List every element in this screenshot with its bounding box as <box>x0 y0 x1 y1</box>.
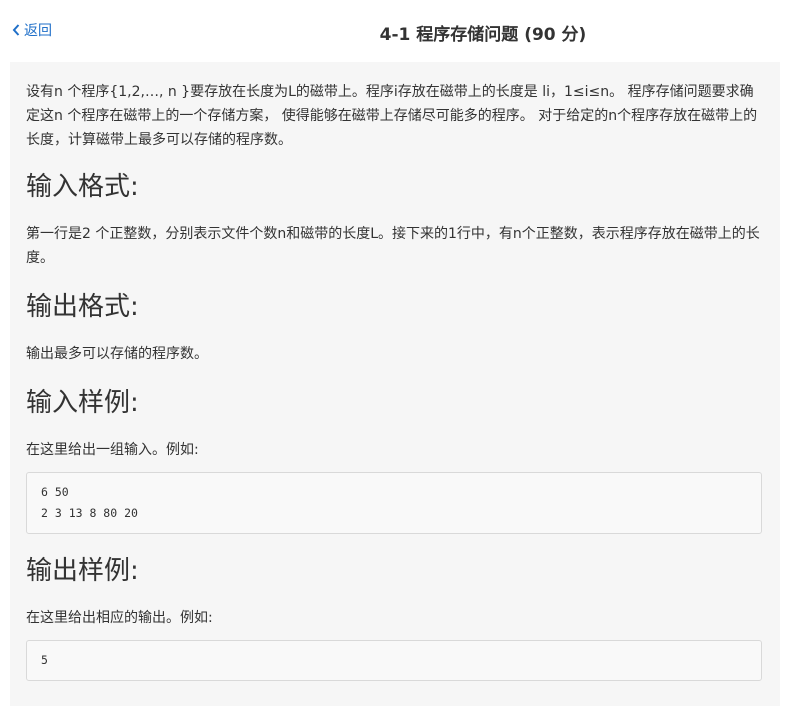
problem-content: 设有n 个程序{1,2,…, n }要存放在长度为L的磁带上。程序i存放在磁带上… <box>26 80 762 681</box>
sample-input-heading: 输入样例: <box>26 388 139 418</box>
sample-output-intro: 在这里给出相应的输出。例如: <box>26 610 213 626</box>
sample-input-intro: 在这里给出一组输入。例如: <box>26 442 199 458</box>
code-line: 5 <box>41 653 48 667</box>
output-format-heading: 输出格式: <box>26 292 139 322</box>
input-format-text: 第一行是2 个正整数，分别表示文件个数n和磁带的长度L。接下来的1行中，有n个正… <box>26 226 760 266</box>
sample-input-block[interactable]: 6 50 2 3 13 8 80 20 <box>26 472 762 534</box>
top-bar: 返回 4-1 程序存储问题 (90 分) <box>0 0 785 60</box>
sample-output-block[interactable]: 5 <box>26 640 762 681</box>
problem-card: 设有n 个程序{1,2,…, n }要存放在长度为L的磁带上。程序i存放在磁带上… <box>10 62 780 706</box>
code-line: 6 50 <box>41 485 69 499</box>
page-title: 4-1 程序存储问题 (90 分) <box>379 25 587 45</box>
sample-output-heading: 输出样例: <box>26 556 139 586</box>
problem-description: 设有n 个程序{1,2,…, n }要存放在长度为L的磁带上。程序i存放在磁带上… <box>26 84 758 148</box>
input-format-heading: 输入格式: <box>26 172 139 202</box>
code-line: 2 3 13 8 80 20 <box>41 506 138 520</box>
output-format-text: 输出最多可以存储的程序数。 <box>26 346 208 362</box>
